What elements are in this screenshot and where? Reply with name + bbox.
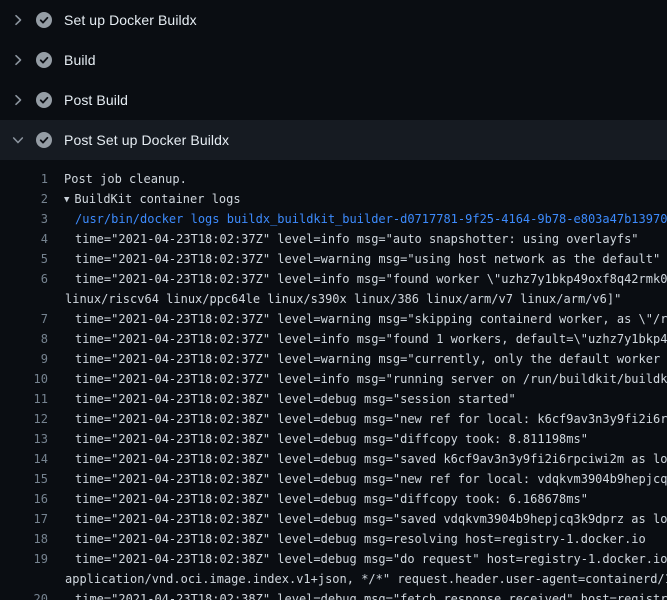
step-header-set-up-docker-buildx[interactable]: Set up Docker Buildx	[0, 0, 667, 40]
log-row: 1 Post job cleanup.	[0, 169, 667, 189]
log-line-number[interactable]: 18	[0, 529, 48, 549]
log-line-text: time="2021-04-23T18:02:37Z" level=warnin…	[48, 309, 667, 329]
step-label: Set up Docker Buildx	[64, 12, 197, 28]
log-line-number	[0, 289, 48, 309]
chevron-icon[interactable]	[10, 92, 26, 108]
log-row: application/vnd.oci.image.index.v1+json,…	[0, 569, 667, 589]
log-line-number[interactable]: 14	[0, 449, 48, 469]
log-line-text: application/vnd.oci.image.index.v1+json,…	[48, 569, 667, 589]
log-line-text: Post job cleanup.	[48, 169, 187, 189]
log-line-text: time="2021-04-23T18:02:38Z" level=debug …	[48, 549, 667, 569]
log-line-number[interactable]: 2	[0, 189, 48, 209]
log-row: 8 time="2021-04-23T18:02:37Z" level=info…	[0, 329, 667, 349]
log-row: 2 ▼ BuildKit container logs	[0, 189, 667, 209]
log-row: 17 time="2021-04-23T18:02:38Z" level=deb…	[0, 509, 667, 529]
log-line-number[interactable]: 1	[0, 169, 48, 189]
log-row: 7 time="2021-04-23T18:02:37Z" level=warn…	[0, 309, 667, 329]
log-line-number[interactable]: 6	[0, 269, 48, 289]
chevron-icon[interactable]	[10, 132, 26, 148]
log-row: 16 time="2021-04-23T18:02:38Z" level=deb…	[0, 489, 667, 509]
log-line-text: time="2021-04-23T18:02:38Z" level=debug …	[48, 449, 667, 469]
log-row: 10 time="2021-04-23T18:02:37Z" level=inf…	[0, 369, 667, 389]
log-line-text: time="2021-04-23T18:02:37Z" level=warnin…	[48, 249, 660, 269]
check-circle-icon	[36, 12, 52, 28]
step-label: Post Set up Docker Buildx	[64, 132, 229, 148]
chevron-icon[interactable]	[10, 52, 26, 68]
chevron-icon[interactable]	[10, 12, 26, 28]
step-label: Post Build	[64, 92, 128, 108]
log-row: 20 time="2021-04-23T18:02:38Z" level=deb…	[0, 589, 667, 600]
log-line-number[interactable]: 13	[0, 429, 48, 449]
log-line-number[interactable]: 15	[0, 469, 48, 489]
log-line-text: time="2021-04-23T18:02:38Z" level=debug …	[48, 589, 667, 600]
check-circle-icon	[36, 132, 52, 148]
log-line-number[interactable]: 4	[0, 229, 48, 249]
log-row: 12 time="2021-04-23T18:02:38Z" level=deb…	[0, 409, 667, 429]
actions-log-panel: Set up Docker Buildx Build P	[0, 0, 667, 600]
log-line-text: linux/riscv64 linux/ppc64le linux/s390x …	[48, 289, 621, 309]
log-line-number	[0, 569, 48, 589]
log-line-number[interactable]: 8	[0, 329, 48, 349]
log-line-number[interactable]: 12	[0, 409, 48, 429]
log-line-text: time="2021-04-23T18:02:37Z" level=info m…	[48, 369, 667, 389]
log-line-text: time="2021-04-23T18:02:38Z" level=debug …	[48, 429, 588, 449]
log-line-number[interactable]: 5	[0, 249, 48, 269]
log-row: 14 time="2021-04-23T18:02:38Z" level=deb…	[0, 449, 667, 469]
log-line-text: time="2021-04-23T18:02:37Z" level=info m…	[48, 269, 667, 289]
log-row: 4 time="2021-04-23T18:02:37Z" level=info…	[0, 229, 667, 249]
log-line-text: time="2021-04-23T18:02:38Z" level=debug …	[48, 529, 646, 549]
log-row: 13 time="2021-04-23T18:02:38Z" level=deb…	[0, 429, 667, 449]
log-row: 18 time="2021-04-23T18:02:38Z" level=deb…	[0, 529, 667, 549]
step-header-build[interactable]: Build	[0, 40, 667, 80]
log-line-number[interactable]: 10	[0, 369, 48, 389]
log-line-text: time="2021-04-23T18:02:37Z" level=info m…	[48, 229, 639, 249]
log-viewer: 1 Post job cleanup. 2 ▼ BuildKit containe…	[0, 160, 667, 600]
log-row: 5 time="2021-04-23T18:02:37Z" level=warn…	[0, 249, 667, 269]
check-circle-icon	[36, 92, 52, 108]
log-group-toggle[interactable]: ▼ BuildKit container logs	[48, 189, 241, 209]
log-row: 19 time="2021-04-23T18:02:38Z" level=deb…	[0, 549, 667, 569]
log-row: 3 /usr/bin/docker logs buildx_buildkit_b…	[0, 209, 667, 229]
log-line-number[interactable]: 3	[0, 209, 48, 229]
log-line-number[interactable]: 20	[0, 589, 48, 600]
log-group-label: BuildKit container logs	[74, 192, 240, 206]
step-header-post-set-up-docker-buildx[interactable]: Post Set up Docker Buildx	[0, 120, 667, 160]
log-row: 9 time="2021-04-23T18:02:37Z" level=warn…	[0, 349, 667, 369]
log-row: 11 time="2021-04-23T18:02:38Z" level=deb…	[0, 389, 667, 409]
log-line-text: time="2021-04-23T18:02:38Z" level=debug …	[48, 509, 667, 529]
log-line-text: time="2021-04-23T18:02:38Z" level=debug …	[48, 489, 588, 509]
log-line-number[interactable]: 19	[0, 549, 48, 569]
log-line-number[interactable]: 7	[0, 309, 48, 329]
log-line-text: time="2021-04-23T18:02:37Z" level=info m…	[48, 329, 667, 349]
log-line-text: time="2021-04-23T18:02:38Z" level=debug …	[48, 469, 667, 489]
log-line-number[interactable]: 17	[0, 509, 48, 529]
log-command-text: /usr/bin/docker logs buildx_buildkit_bui…	[48, 209, 667, 229]
group-expanded-triangle-icon: ▼	[64, 190, 69, 209]
log-line-number[interactable]: 11	[0, 389, 48, 409]
check-circle-icon	[36, 52, 52, 68]
log-line-number[interactable]: 9	[0, 349, 48, 369]
step-label: Build	[64, 52, 96, 68]
steps-list: Set up Docker Buildx Build P	[0, 0, 667, 160]
log-row: 15 time="2021-04-23T18:02:38Z" level=deb…	[0, 469, 667, 489]
log-line-text: time="2021-04-23T18:02:37Z" level=warnin…	[48, 349, 667, 369]
log-row: 6 time="2021-04-23T18:02:37Z" level=info…	[0, 269, 667, 289]
log-line-text: time="2021-04-23T18:02:38Z" level=debug …	[48, 389, 516, 409]
log-line-text: time="2021-04-23T18:02:38Z" level=debug …	[48, 409, 667, 429]
log-row: linux/riscv64 linux/ppc64le linux/s390x …	[0, 289, 667, 309]
step-header-post-build[interactable]: Post Build	[0, 80, 667, 120]
log-line-number[interactable]: 16	[0, 489, 48, 509]
